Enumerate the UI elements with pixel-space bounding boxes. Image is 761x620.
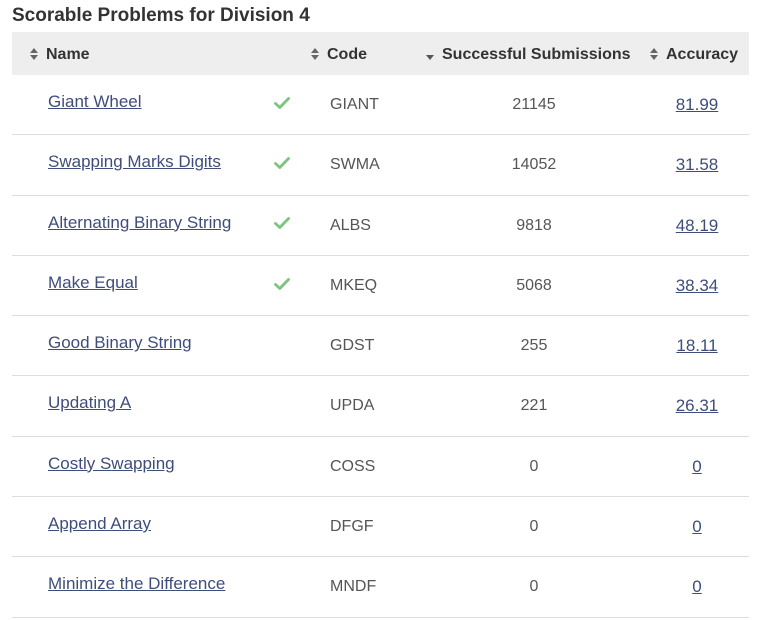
problem-code: MNDF <box>330 578 377 596</box>
sort-icon <box>649 48 659 60</box>
accuracy-link[interactable]: 31.58 <box>676 155 719 174</box>
column-header-name-label: Name <box>46 46 90 63</box>
accuracy-cell: 0 <box>652 557 742 617</box>
column-header-successful-submissions-label: Successful Submissions <box>442 46 631 63</box>
column-header-code[interactable]: Code <box>310 32 367 75</box>
accuracy-cell: 38.34 <box>652 256 742 316</box>
accuracy-link[interactable]: 38.34 <box>676 276 719 295</box>
problem-code: UPDA <box>330 397 375 415</box>
successful-submissions: 9818 <box>516 216 552 234</box>
table-row: Swapping Marks Digits SWMA 14052 31.58 <box>12 132 749 196</box>
problem-name-link[interactable]: Updating A <box>48 393 131 412</box>
table-row: Make Equal MKEQ 5068 38.34 <box>12 253 749 317</box>
check-icon <box>274 215 290 232</box>
accuracy-cell: 0 <box>652 497 742 557</box>
section-title: Scorable Problems for Division 4 <box>12 5 310 26</box>
successful-submissions: 0 <box>529 518 539 536</box>
problem-code: SWMA <box>330 156 380 174</box>
problem-name-cell: Swapping Marks Digits <box>48 132 221 192</box>
table-row: Giant Wheel GIANT 21145 81.99 <box>12 72 749 136</box>
problem-name-cell: Append Array <box>48 494 151 554</box>
sort-icon <box>310 48 320 60</box>
accuracy-cell: 26.31 <box>652 376 742 436</box>
problem-name-cell: Updating A <box>48 373 131 433</box>
accuracy-link[interactable]: 0 <box>692 577 701 596</box>
problem-name-link[interactable]: Alternating Binary String <box>48 213 231 232</box>
problem-code: DFGF <box>330 518 374 536</box>
solved-cell <box>274 73 294 133</box>
table-body: Giant Wheel GIANT 21145 81.99 Swapping M… <box>12 75 749 618</box>
problem-code: MKEQ <box>330 276 378 294</box>
problem-name-link[interactable]: Make Equal <box>48 273 138 292</box>
problem-name-cell: Alternating Binary String <box>48 193 231 253</box>
successful-submissions: 0 <box>529 457 539 475</box>
problem-code: COSS <box>330 457 376 475</box>
problem-name-cell: Costly Swapping <box>48 434 175 494</box>
column-header-successful-submissions[interactable]: Successful Submissions <box>425 32 631 75</box>
problem-name-cell: Make Equal <box>48 253 138 313</box>
column-header-code-label: Code <box>327 46 367 63</box>
problem-name-link[interactable]: Giant Wheel <box>48 92 142 111</box>
accuracy-link[interactable]: 0 <box>692 457 701 476</box>
table-header: Name Code Successful Submissions Accurac… <box>12 32 749 75</box>
accuracy-link[interactable]: 48.19 <box>676 216 719 235</box>
problem-name-cell: Minimize the Difference <box>48 554 225 614</box>
problem-name-link[interactable]: Good Binary String <box>48 333 192 352</box>
solved-cell <box>274 495 294 555</box>
successful-submissions: 21145 <box>512 96 556 113</box>
problem-code: GDST <box>330 337 375 355</box>
problem-name-link[interactable]: Minimize the Difference <box>48 574 225 593</box>
column-header-name[interactable]: Name <box>29 32 90 75</box>
column-header-accuracy[interactable]: Accuracy <box>649 32 738 75</box>
accuracy-cell: 81.99 <box>652 75 742 135</box>
accuracy-cell: 0 <box>652 437 742 497</box>
column-header-accuracy-label: Accuracy <box>666 46 739 63</box>
check-icon <box>274 275 290 292</box>
table-row: Updating A UPDA 221 26.31 <box>12 373 749 437</box>
successful-submissions: 5068 <box>516 276 552 294</box>
successful-submissions: 255 <box>520 337 548 355</box>
sort-desc-icon <box>425 48 435 60</box>
solved-cell <box>274 555 294 615</box>
problem-name-link[interactable]: Costly Swapping <box>48 454 175 473</box>
sort-icon <box>29 48 39 60</box>
accuracy-link[interactable]: 18.11 <box>676 336 717 355</box>
table-row: Minimize the Difference MNDF 0 0 <box>12 554 749 618</box>
solved-cell <box>274 194 294 254</box>
problem-code: ALBS <box>330 216 371 234</box>
solved-cell <box>274 254 294 314</box>
accuracy-link[interactable]: 81.99 <box>676 95 719 114</box>
accuracy-link[interactable]: 0 <box>692 517 701 536</box>
accuracy-cell: 18.11 <box>652 316 742 376</box>
accuracy-link[interactable]: 26.31 <box>676 396 719 415</box>
problem-name-cell: Giant Wheel <box>48 72 142 132</box>
table-row: Alternating Binary String ALBS 9818 48.1… <box>12 196 749 256</box>
accuracy-cell: 48.19 <box>652 196 742 256</box>
successful-submissions: 0 <box>529 578 539 596</box>
solved-cell <box>274 314 294 374</box>
check-icon <box>274 94 290 111</box>
solved-cell <box>274 374 294 434</box>
successful-submissions: 14052 <box>511 156 557 174</box>
problem-code: GIANT <box>330 96 379 113</box>
successful-submissions: 221 <box>520 397 548 415</box>
table-row: Append Array DFGF 0 0 <box>12 494 749 558</box>
solved-cell <box>274 133 294 193</box>
problem-name-link[interactable]: Swapping Marks Digits <box>48 152 221 171</box>
accuracy-cell: 31.58 <box>652 135 742 195</box>
check-icon <box>274 154 290 171</box>
problem-name-cell: Good Binary String <box>48 313 192 373</box>
table-row: Good Binary String GDST 255 18.11 <box>12 313 749 377</box>
solved-cell <box>274 435 294 495</box>
problems-table: Name Code Successful Submissions Accurac… <box>12 32 749 618</box>
table-row: Costly Swapping COSS 0 0 <box>12 434 749 498</box>
problem-name-link[interactable]: Append Array <box>48 514 151 533</box>
